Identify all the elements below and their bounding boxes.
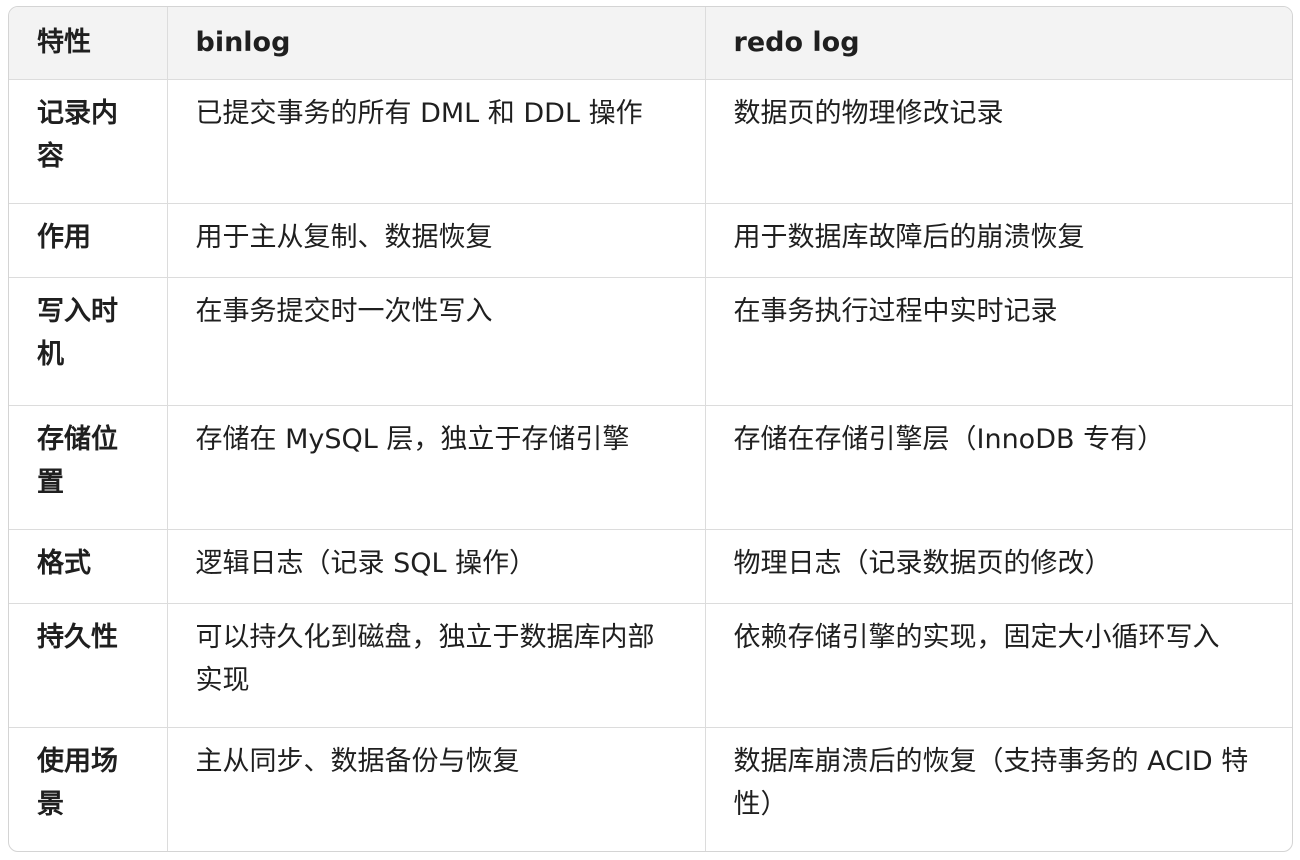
- header-binlog: binlog: [167, 7, 706, 80]
- row-binlog-cell: 可以持久化到磁盘，独立于数据库内部实现: [167, 603, 706, 728]
- row-feature-cell: 持久性: [9, 603, 168, 728]
- table-row: 记录内容 已提交事务的所有 DML 和 DDL 操作 数据页的物理修改记录: [9, 79, 1292, 204]
- row-redo-cell: 用于数据库故障后的崩溃恢复: [705, 203, 1292, 278]
- row-binlog-cell: 用于主从复制、数据恢复: [167, 203, 706, 278]
- row-redo-cell: 依赖存储引擎的实现，固定大小循环写入: [705, 603, 1292, 728]
- row-redo-cell: 物理日志（记录数据页的修改）: [705, 529, 1292, 604]
- row-feature-cell: 记录内容: [9, 79, 168, 204]
- row-redo-cell: 在事务执行过程中实时记录: [705, 277, 1292, 406]
- table-header-row: 特性 binlog redo log: [9, 7, 1292, 80]
- header-feature: 特性: [9, 7, 168, 80]
- table-row: 存储位置 存储在 MySQL 层，独立于存储引擎 存储在存储引擎层（InnoDB…: [9, 405, 1292, 530]
- row-binlog-cell: 已提交事务的所有 DML 和 DDL 操作: [167, 79, 706, 204]
- row-feature-cell: 写入时机: [9, 277, 168, 406]
- comparison-table: 特性 binlog redo log 记录内容 已提交事务的所有 DML 和 D…: [8, 6, 1293, 852]
- table-row: 使用场景 主从同步、数据备份与恢复 数据库崩溃后的恢复（支持事务的 ACID 特…: [9, 727, 1292, 851]
- row-redo-cell: 数据库崩溃后的恢复（支持事务的 ACID 特性）: [733, 745, 1249, 820]
- table-row: 作用 用于主从复制、数据恢复 用于数据库故障后的崩溃恢复: [9, 203, 1292, 278]
- row-redo-cell: 存储在存储引擎层（InnoDB 专有）: [705, 405, 1292, 530]
- row-binlog-cell: 在事务提交时一次性写入: [167, 277, 706, 406]
- binlog-redolog-table: 特性 binlog redo log 记录内容 已提交事务的所有 DML 和 D…: [9, 7, 1292, 851]
- table-row: 格式 逻辑日志（记录 SQL 操作） 物理日志（记录数据页的修改）: [9, 529, 1292, 604]
- row-feature-cell: 存储位置: [9, 405, 168, 530]
- row-feature-cell: 格式: [9, 529, 168, 604]
- header-redo-log: redo log: [705, 7, 1292, 80]
- table-row: 持久性 可以持久化到磁盘，独立于数据库内部实现 依赖存储引擎的实现，固定大小循环…: [9, 603, 1292, 728]
- table-row: 写入时机 在事务提交时一次性写入 在事务执行过程中实时记录: [9, 277, 1292, 406]
- row-feature-cell: 作用: [9, 203, 168, 278]
- row-feature-cell: 使用场景: [9, 727, 168, 851]
- row-redo-cell: 数据页的物理修改记录: [705, 79, 1292, 204]
- row-binlog-cell: 存储在 MySQL 层，独立于存储引擎: [167, 405, 706, 530]
- row-binlog-cell: 逻辑日志（记录 SQL 操作）: [167, 529, 706, 604]
- row-binlog-cell: 主从同步、数据备份与恢复: [167, 727, 706, 851]
